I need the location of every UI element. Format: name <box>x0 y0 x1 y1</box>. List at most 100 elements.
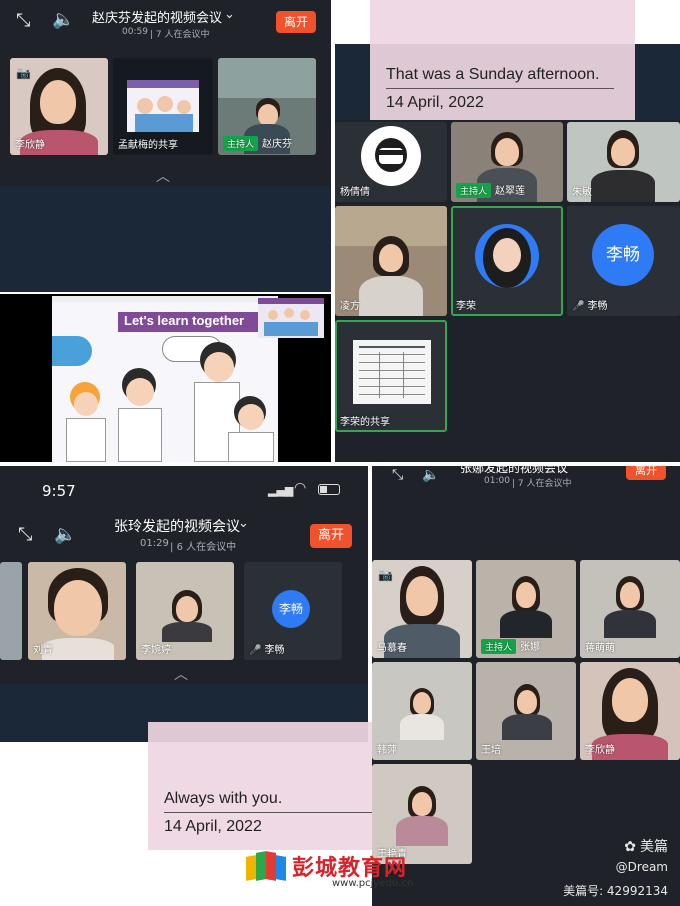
slide-title: Let's learn together <box>124 313 245 328</box>
video-tile[interactable]: 凌方 <box>335 206 447 316</box>
video-tile[interactable]: 主持人 张娜 <box>476 560 576 658</box>
minimize-icon[interactable]: ⤡ <box>18 526 32 544</box>
host-badge: 主持人 <box>223 136 259 151</box>
caption-card: That was a Sunday afternoon. 14 April, 2… <box>370 0 635 120</box>
book-logo-icon <box>246 850 286 886</box>
avatar: 李畅 <box>592 224 654 286</box>
shared-slide: Let's learn together <box>52 296 278 462</box>
site-logo: 彭城教育网 www.pcjyedu.cn <box>240 846 430 894</box>
share-tile[interactable]: 孟献梅的共享 <box>113 58 213 155</box>
mic-muted-icon: 🎤 <box>572 301 585 312</box>
meeting-header: ⤡ 🔈 赵庆芬发起的视频会议 ⌄ 00:59 | 7 人在会议中 离开 <box>0 0 331 46</box>
participant-name: 朱敏 <box>572 187 592 198</box>
shared-slide-mini <box>258 298 324 338</box>
host-name: 赵翠莲 <box>495 186 526 197</box>
participant-count: | 6 人在会议中 <box>170 542 237 553</box>
meeting-duration: 00:59 <box>122 27 148 37</box>
chevron-down-icon[interactable]: ⌄ <box>238 515 249 533</box>
participant-name: 凌方 <box>340 301 360 312</box>
video-tile[interactable]: 李欣静 <box>580 662 680 760</box>
site-logo-url: www.pcjyedu.cn <box>332 878 414 889</box>
minimize-icon[interactable]: ⤡ <box>392 466 403 484</box>
caption-date: 14 April, 2022 <box>386 94 484 111</box>
share-tile[interactable]: 李荣的共享 <box>335 320 447 432</box>
collapse-handle-icon[interactable]: ︿ <box>174 664 188 684</box>
participant-name: 主持人 赵翠莲 <box>456 182 525 198</box>
meeting-title[interactable]: 张玲发起的视频会议 <box>114 516 240 536</box>
meeting-panel-1: ⤡ 🔈 赵庆芬发起的视频会议 ⌄ 00:59 | 7 人在会议中 离开 📷 李欣… <box>0 0 331 292</box>
wifi-icon: ◠ <box>294 480 307 496</box>
participant-name: 马慕春 <box>377 643 407 654</box>
speaker-icon[interactable]: 🔈 <box>422 466 439 484</box>
video-tile[interactable]: 刘青 <box>28 562 126 660</box>
participant-name-text: 李畅 <box>264 645 285 656</box>
caption-divider <box>164 812 392 813</box>
participant-name: 李欣静 <box>15 140 45 151</box>
participant-name: 主持人 张娜 <box>481 638 540 654</box>
participant-name: 杨倩倩 <box>340 187 370 198</box>
camera-icon[interactable]: 📷 <box>16 64 31 82</box>
participant-name: 李婉婷 <box>141 645 171 656</box>
participant-name: 孟献梅的共享 <box>118 140 178 151</box>
leave-button[interactable]: 离开 <box>626 466 666 480</box>
caption-divider <box>386 88 614 89</box>
participant-name: 王培 <box>481 745 501 756</box>
video-tile[interactable]: 蒋萌萌 <box>580 560 680 658</box>
speaker-icon[interactable]: 🔈 <box>52 11 74 29</box>
video-tile-active[interactable]: 李荣 <box>451 206 563 316</box>
video-tile[interactable]: 杨倩倩 <box>335 122 447 202</box>
watermark-user: @Dream <box>615 860 668 874</box>
video-tile[interactable]: 主持人 赵翠莲 <box>451 122 563 202</box>
caption-text: Always with you. <box>164 790 283 807</box>
participant-name-text: 李畅 <box>587 301 608 312</box>
battery-icon <box>318 484 340 495</box>
video-tile[interactable]: 📷 李欣静 <box>10 58 108 155</box>
watermark-app: ✿ 美篇 <box>624 839 668 855</box>
meeting-duration: 01:00 <box>484 476 510 486</box>
participant-count: | 7 人在会议中 <box>150 30 210 40</box>
signal-icon: ▂▄▆ <box>268 484 294 497</box>
speaker-icon[interactable]: 🔈 <box>54 526 76 544</box>
avatar: 李畅 <box>272 590 310 628</box>
avatar <box>361 126 421 186</box>
caption-text: That was a Sunday afternoon. <box>386 66 600 83</box>
video-tile[interactable]: 李畅 🎤 李畅 <box>567 206 680 316</box>
video-tile[interactable]: 李畅 🎤 李畅 <box>244 562 342 660</box>
video-tile[interactable]: 李婉婷 <box>136 562 234 660</box>
participant-count: | 7 人在会议中 <box>512 479 572 489</box>
video-tile[interactable]: 主持人 赵庆芬 <box>218 58 316 155</box>
participant-video <box>475 224 539 288</box>
participant-name: 🎤 李畅 <box>249 641 284 656</box>
shared-slide-panel: Let's learn together <box>0 294 331 462</box>
participant-name: 李欣静 <box>585 745 615 756</box>
meeting-panel-3: 9:57 ▂▄▆ ◠ ⤡ 🔈 张玲发起的视频会议 ⌄ 01:29 | 6 人在会… <box>0 466 368 742</box>
video-tile-partial[interactable] <box>0 562 22 660</box>
meeting-duration: 01:29 <box>140 538 169 549</box>
chevron-down-icon[interactable]: ⌄ <box>224 6 235 24</box>
participant-name: 蒋萌萌 <box>585 643 615 654</box>
host-name: 赵庆芬 <box>262 139 293 150</box>
host-badge: 主持人 <box>481 639 517 654</box>
minimize-icon[interactable]: ⤡ <box>16 12 30 30</box>
participant-name: 🎤 李畅 <box>572 297 607 312</box>
video-tile[interactable]: 韩萍 <box>372 662 472 760</box>
leave-button[interactable]: 离开 <box>276 11 316 33</box>
collapse-handle-icon[interactable]: ︿ <box>156 166 170 186</box>
caption-date: 14 April, 2022 <box>164 818 262 835</box>
meeting-panel-4: ⤡ 🔈 张娜发起的视频会议 01:00 | 7 人在会议中 离开 📷 马慕春 主… <box>372 466 680 906</box>
watermark-id: 美篇号: 42992134 <box>563 884 668 898</box>
video-tile[interactable]: 朱敏 <box>567 122 680 202</box>
shared-document-thumbnail <box>353 340 431 404</box>
participant-name: 李荣 <box>456 301 476 312</box>
host-name: 张娜 <box>520 642 541 653</box>
participant-name: 李荣的共享 <box>340 417 390 428</box>
camera-icon[interactable]: 📷 <box>378 566 393 584</box>
mic-muted-icon: 🎤 <box>249 645 262 656</box>
video-tile[interactable]: 📷 马慕春 <box>372 560 472 658</box>
meipian-logo-icon: ✿ <box>624 839 636 855</box>
leave-button[interactable]: 离开 <box>310 524 352 548</box>
host-badge: 主持人 <box>456 183 492 198</box>
video-tile[interactable]: 王培 <box>476 662 576 760</box>
meeting-title[interactable]: 张娜发起的视频会议 <box>460 466 568 476</box>
meeting-title[interactable]: 赵庆芬发起的视频会议 <box>92 7 222 26</box>
